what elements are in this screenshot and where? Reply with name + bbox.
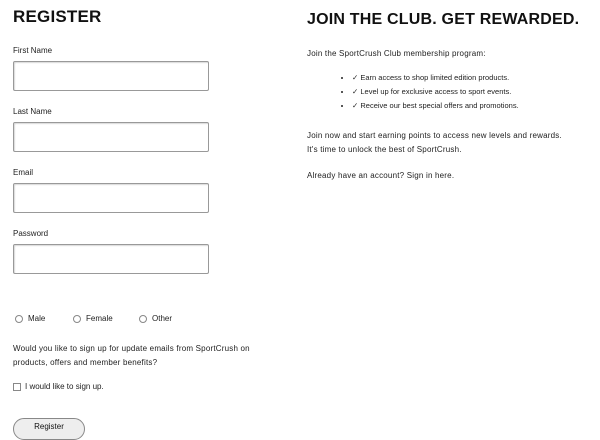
radio-other-label: Other	[152, 314, 173, 323]
email-field[interactable]	[13, 183, 209, 213]
first-name-label: First Name	[13, 46, 53, 55]
email-label: Email	[13, 168, 34, 177]
register-title: REGISTER	[13, 7, 102, 26]
password-field[interactable]	[13, 244, 209, 274]
join-line-1: Join now and start earning points to acc…	[307, 131, 562, 140]
benefit-item: ✓ Level up for exclusive access to sport…	[352, 85, 519, 99]
benefit-item: ✓ Earn access to shop limited edition pr…	[352, 71, 519, 85]
signup-checkbox-row[interactable]: I would like to sign up.	[13, 382, 104, 391]
radio-other[interactable]: Other	[139, 314, 172, 323]
join-line-2: It's time to unlock the best of SportCru…	[307, 145, 462, 154]
signin-link[interactable]: Already have an account? Sign in here.	[307, 171, 454, 180]
password-label: Password	[13, 229, 49, 238]
first-name-field[interactable]	[13, 61, 209, 91]
benefits-list: ✓ Earn access to shop limited edition pr…	[307, 71, 519, 113]
signup-checkbox[interactable]	[13, 382, 21, 391]
newsletter-question: Would you like to sign up for update ema…	[13, 344, 250, 367]
radio-female[interactable]: Female	[73, 314, 113, 323]
join-text: Join now and start earning points to acc…	[307, 129, 562, 157]
benefit-item: ✓ Receive our best special offers and pr…	[352, 99, 519, 113]
signup-checkbox-label: I would like to sign up.	[25, 382, 104, 391]
radio-female-circle[interactable]	[73, 314, 81, 323]
radio-other-circle[interactable]	[139, 314, 147, 323]
radio-male[interactable]: Male	[15, 314, 45, 323]
radio-female-label: Female	[86, 314, 113, 323]
radio-male-circle[interactable]	[15, 314, 23, 323]
register-button[interactable]: Register	[13, 418, 85, 440]
club-intro: Join the SportCrush Club membership prog…	[307, 49, 486, 58]
club-title: JOIN THE CLUB. GET REWARDED.	[307, 11, 580, 28]
last-name-label: Last Name	[13, 107, 52, 116]
radio-male-label: Male	[28, 314, 46, 323]
last-name-field[interactable]	[13, 122, 209, 152]
